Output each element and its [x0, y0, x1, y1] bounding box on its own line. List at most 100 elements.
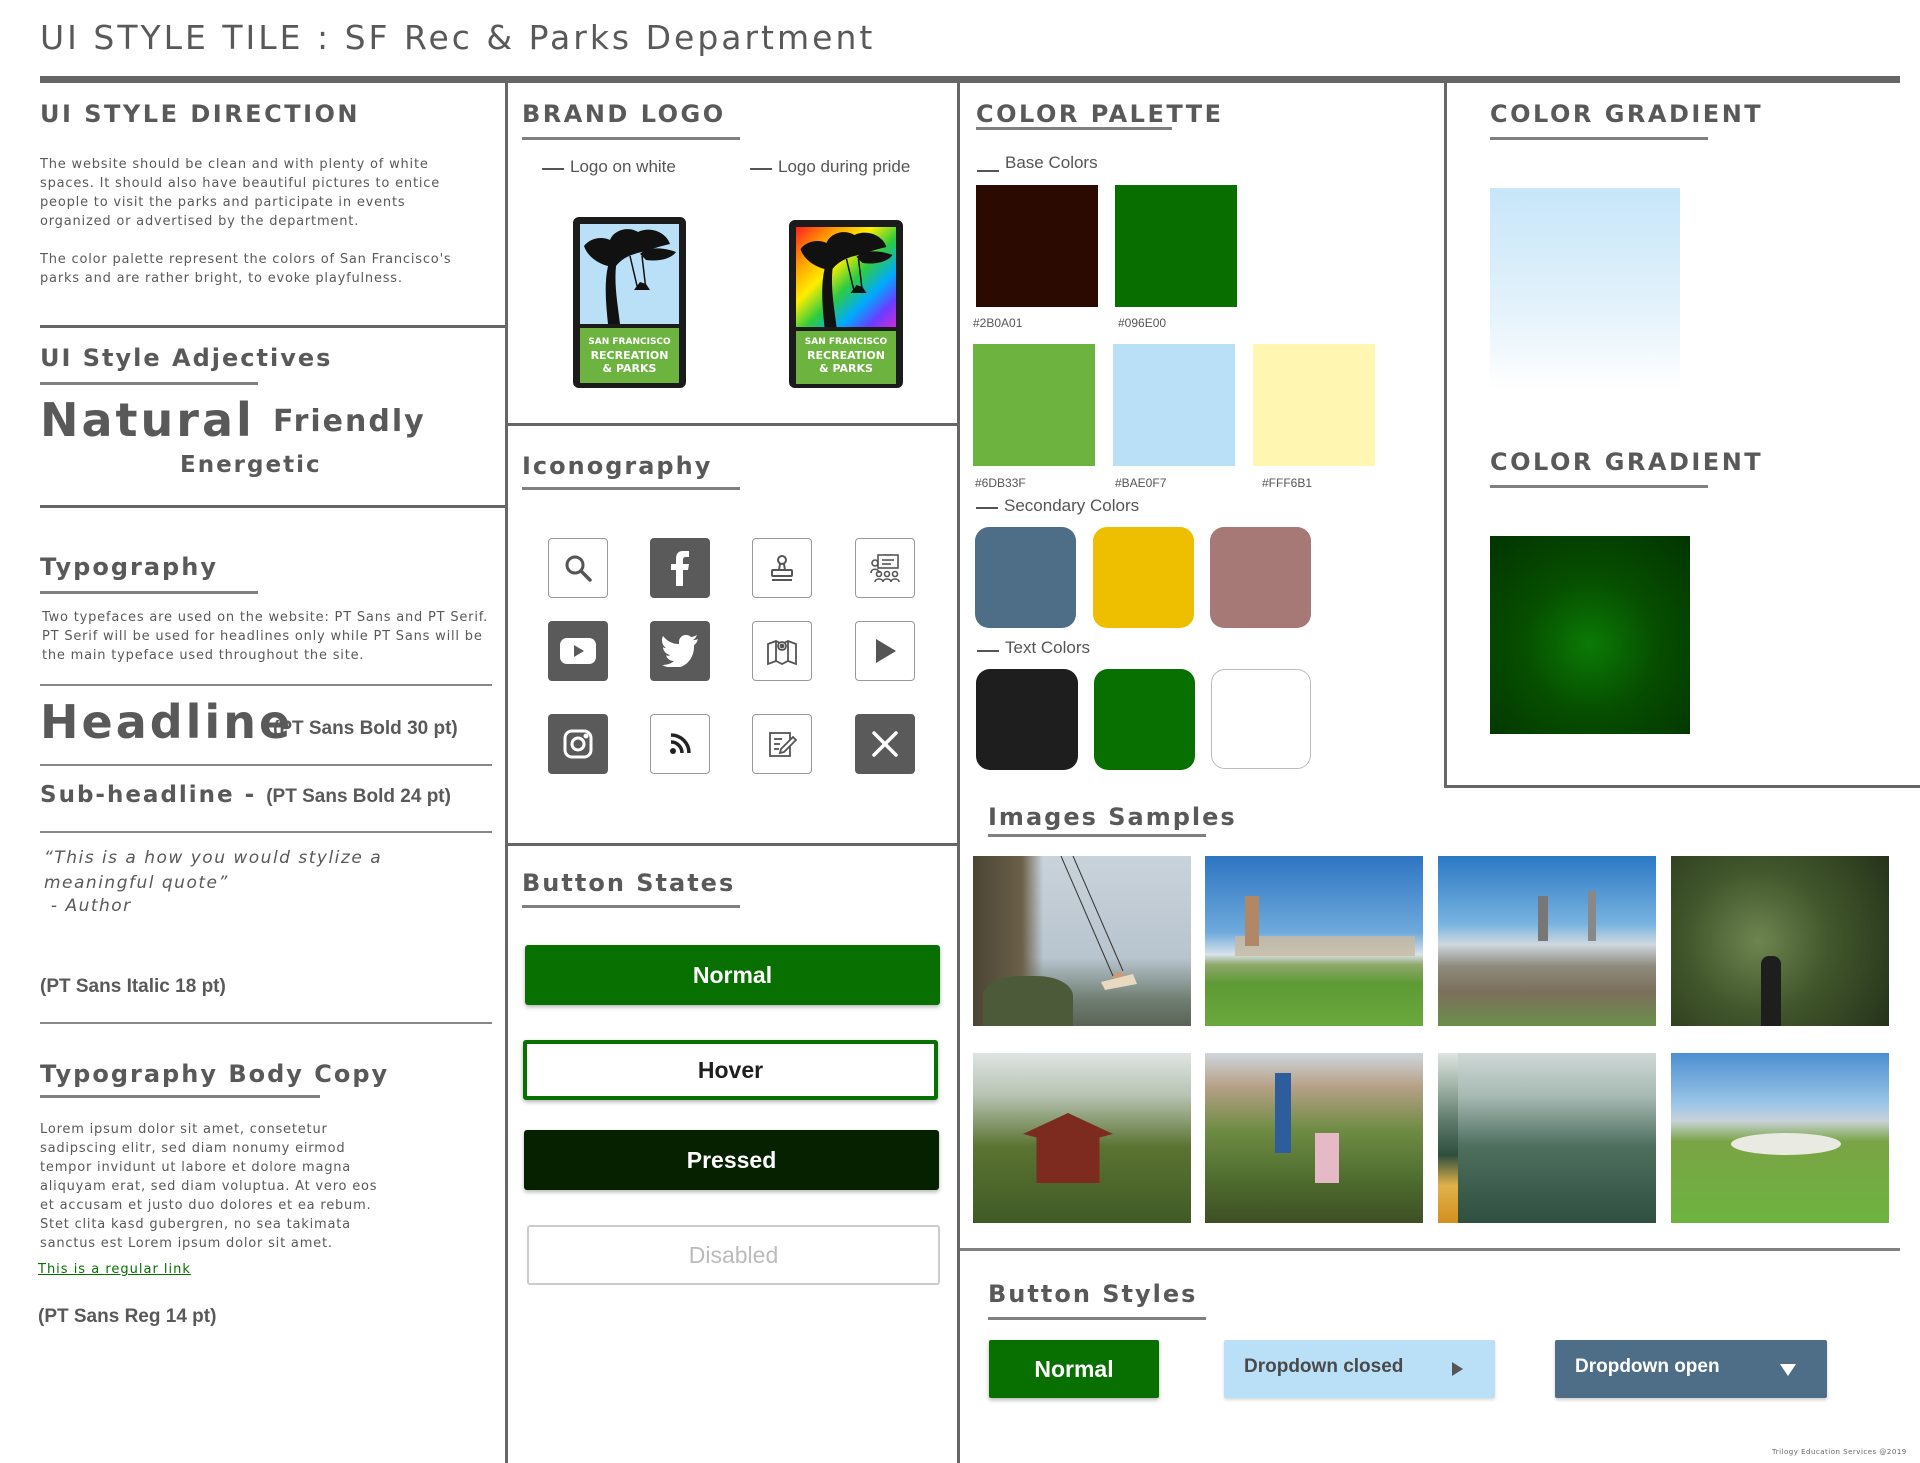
base-swatch-4-label: #BAE0F7 — [1115, 476, 1167, 490]
text-swatch-1 — [976, 669, 1078, 770]
hover-button[interactable]: Hover — [523, 1040, 938, 1100]
column-divider-3 — [1444, 83, 1447, 788]
logo-line-2: RECREATION — [807, 349, 885, 362]
title-underline — [40, 591, 258, 594]
base-swatch-5 — [1253, 344, 1375, 466]
dash — [977, 650, 999, 652]
subheadline-text: Sub-headline - — [40, 782, 267, 808]
ui-style-adjectives-title: UI Style Adjectives — [40, 344, 333, 372]
secondary-swatch-1 — [975, 527, 1076, 628]
photo-swing — [973, 856, 1191, 1026]
stamp-icon[interactable] — [752, 538, 812, 598]
logo-line-1: SAN FRANCISCO — [588, 337, 671, 347]
dropdown-closed-label: Dropdown closed — [1244, 1356, 1404, 1377]
photo-presidio — [1205, 856, 1423, 1026]
meeting-icon[interactable] — [855, 538, 915, 598]
typography-body-copy-title: Typography Body Copy — [40, 1060, 390, 1088]
brand-logo-title: BRAND LOGO — [522, 100, 726, 128]
divider — [40, 1022, 492, 1024]
ui-style-direction-title: UI STYLE DIRECTION — [40, 100, 360, 128]
color-gradient-title-1: COLOR GRADIENT — [1490, 100, 1764, 128]
adjective-energetic: Energetic — [180, 452, 322, 478]
base-swatch-3 — [973, 344, 1095, 466]
title-underline — [988, 1317, 1206, 1320]
logo-line-2: RECREATION — [590, 349, 669, 362]
title-underline — [522, 137, 740, 140]
typography-title: Typography — [40, 553, 218, 581]
title-underline — [1490, 137, 1708, 140]
divider — [40, 831, 492, 833]
logo-pride-label: Logo during pride — [778, 157, 911, 176]
title-underline — [40, 1095, 320, 1098]
divider — [40, 505, 505, 508]
base-swatch-2 — [1115, 185, 1237, 307]
gradient-bottom-divider — [1444, 785, 1920, 788]
youtube-icon[interactable] — [548, 621, 608, 681]
caret-right-icon — [1452, 1362, 1463, 1376]
text-swatch-3 — [1211, 669, 1311, 769]
caret-down-icon — [1780, 1364, 1796, 1376]
logo-text: SAN FRANCISCO RECREATION & PARKS — [580, 336, 679, 375]
edit-icon[interactable] — [752, 714, 812, 774]
divider — [508, 843, 957, 846]
tree-swing-icon — [580, 224, 676, 324]
green-radial-gradient — [1490, 536, 1690, 734]
title-underline — [522, 905, 740, 908]
play-icon[interactable] — [855, 621, 915, 681]
map-icon[interactable] — [752, 621, 812, 681]
base-swatch-3-label: #6DB33F — [975, 476, 1026, 490]
adjective-friendly: Friendly — [273, 404, 426, 439]
base-swatch-1 — [976, 185, 1098, 307]
secondary-colors-label: Secondary Colors — [1004, 496, 1140, 515]
column-divider-2 — [957, 83, 960, 1463]
base-swatch-5-label: #FFF6B1 — [1262, 476, 1313, 490]
base-colors-label: Base Colors — [1005, 153, 1098, 172]
disabled-button: Disabled — [527, 1225, 940, 1285]
normal-button[interactable]: Normal — [525, 945, 940, 1005]
dash — [976, 507, 998, 509]
footer-credit: Trilogy Education Services @2019 — [1772, 1448, 1907, 1456]
dash — [977, 170, 999, 172]
divider — [40, 325, 505, 328]
color-gradient-title-2: COLOR GRADIENT — [1490, 448, 1764, 476]
twitter-icon[interactable] — [650, 621, 710, 681]
images-samples-title: Images Samples — [988, 803, 1237, 831]
style-normal-button[interactable]: Normal — [989, 1340, 1159, 1398]
button-styles-title: Button Styles — [988, 1280, 1198, 1308]
title-underline — [522, 487, 740, 490]
photo-dolores-park — [1671, 1053, 1889, 1223]
logo-line-3: & PARKS — [819, 362, 873, 375]
dash — [542, 168, 564, 170]
dropdown-open[interactable]: Dropdown open — [1555, 1340, 1827, 1398]
subheadline-sample: Sub-headline - (PT Sans Bold 24 pt) — [40, 782, 451, 808]
base-swatch-4 — [1113, 344, 1235, 466]
divider — [40, 684, 492, 686]
photo-painted-ladies — [1438, 856, 1656, 1026]
logo-line-1: SAN FRANCISCO — [804, 337, 888, 347]
body-copy-note: (PT Sans Reg 14 pt) — [38, 1306, 217, 1327]
divider — [960, 1248, 1900, 1251]
title-divider — [40, 76, 1900, 83]
dropdown-closed[interactable]: Dropdown closed — [1224, 1340, 1495, 1398]
page-title: UI STYLE TILE : SF Rec & Parks Departmen… — [40, 18, 876, 57]
rss-icon[interactable] — [650, 714, 710, 774]
pressed-button[interactable]: Pressed — [524, 1130, 939, 1190]
iconography-title: Iconography — [522, 452, 713, 480]
direction-paragraph-1: The website should be clean and with ple… — [40, 157, 441, 229]
close-icon[interactable] — [855, 714, 915, 774]
light-blue-gradient — [1490, 188, 1680, 391]
secondary-swatch-2 — [1093, 527, 1194, 628]
search-icon[interactable] — [548, 538, 608, 598]
typography-description: Two typefaces are used on the website: P… — [42, 610, 489, 663]
secondary-swatch-3 — [1210, 527, 1311, 628]
direction-paragraph-2: The color palette represent the colors o… — [40, 252, 452, 286]
facebook-icon[interactable] — [650, 538, 710, 598]
headline-note: (PT Sans Bold 30 pt) — [273, 718, 458, 739]
title-underline — [1490, 485, 1708, 488]
title-underline — [40, 382, 258, 385]
instagram-icon[interactable] — [548, 714, 608, 774]
color-palette-title: COLOR PALETTE — [976, 100, 1224, 128]
title-underline — [976, 127, 1172, 130]
regular-link[interactable]: This is a regular link — [38, 1262, 191, 1277]
quote-author: - Author — [44, 896, 132, 916]
